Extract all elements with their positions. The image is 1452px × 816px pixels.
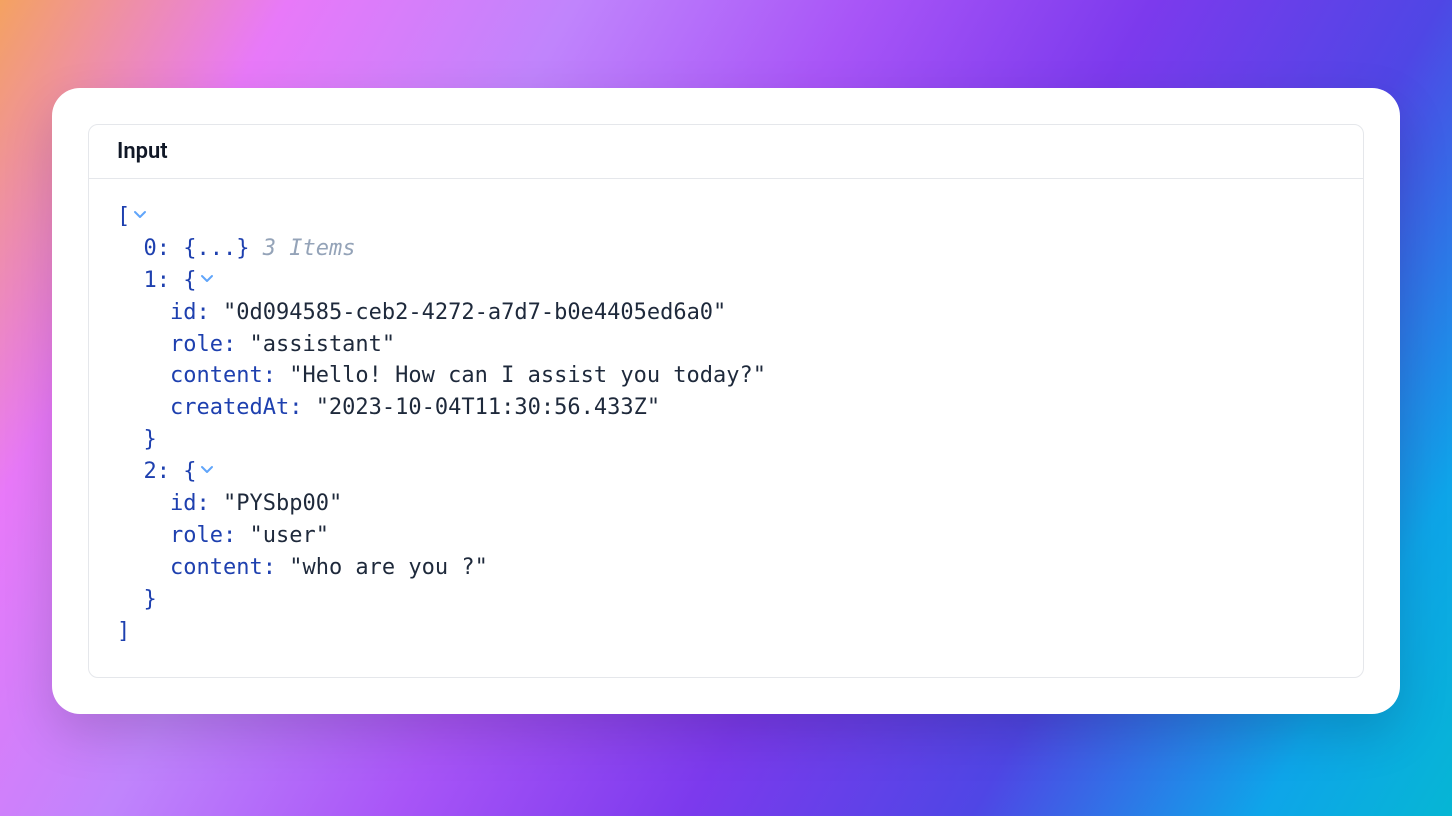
json-item-2-role: role: "user"	[117, 520, 1335, 552]
json-item-2-close: }	[117, 584, 1335, 616]
input-panel: Input [ 0: {...} 3 Items 1: { id: "0d094…	[88, 124, 1364, 678]
json-array-close: ]	[117, 616, 1335, 648]
chevron-down-icon[interactable]	[199, 271, 215, 287]
json-item-2-open[interactable]: 2: {	[117, 456, 1335, 488]
json-item-1-role: role: "assistant"	[117, 329, 1335, 361]
panel-title: Input	[89, 125, 1363, 179]
json-item-2-id: id: "PYSbp00"	[117, 488, 1335, 520]
json-item-1-id: id: "0d094585-ceb2-4272-a7d7-b0e4405ed6a…	[117, 297, 1335, 329]
json-item-2-content: content: "who are you ?"	[117, 552, 1335, 584]
json-item-1-content: content: "Hello! How can I assist you to…	[117, 360, 1335, 392]
chevron-down-icon[interactable]	[199, 462, 215, 478]
chevron-down-icon[interactable]	[132, 207, 148, 223]
json-item-1-close: }	[117, 424, 1335, 456]
card: Input [ 0: {...} 3 Items 1: { id: "0d094…	[52, 88, 1400, 714]
json-item-1-createdAt: createdAt: "2023-10-04T11:30:56.433Z"	[117, 392, 1335, 424]
json-viewer: [ 0: {...} 3 Items 1: { id: "0d094585-ce…	[89, 179, 1363, 677]
json-item-1-open[interactable]: 1: {	[117, 265, 1335, 297]
json-item-0-collapsed[interactable]: 0: {...} 3 Items	[117, 233, 1335, 265]
json-array-open[interactable]: [	[117, 201, 1335, 233]
